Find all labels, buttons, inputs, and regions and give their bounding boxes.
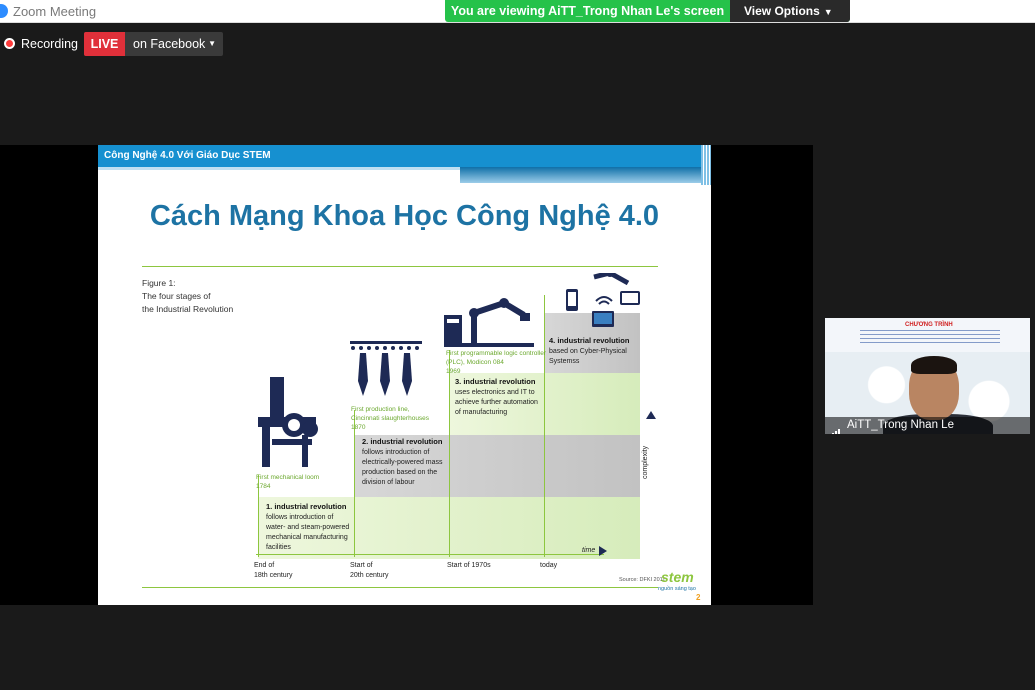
figure-caption-line: the Industrial Revolution xyxy=(142,304,234,314)
era-line: Start of 1970s xyxy=(447,562,491,569)
meeting-stage: Recording LIVE on Facebook ▼ Công Nghệ 4… xyxy=(0,23,1035,690)
stage-2-line: production based on the xyxy=(362,469,438,476)
era-line: Start of xyxy=(350,562,373,569)
slide-title: Cách Mạng Khoa Học Công Nghệ 4.0 xyxy=(149,200,660,232)
slaughterhouse-line-icon xyxy=(350,341,422,396)
figure-caption-line: The four stages of xyxy=(142,291,211,301)
video-background-banner: CHƯƠNG TRÌNH xyxy=(825,318,1030,352)
era-line: today xyxy=(540,562,558,569)
stage-3-line: achieve further automation xyxy=(455,399,538,406)
era-label: Start of 1970s xyxy=(447,561,491,571)
zoom-logo-icon xyxy=(0,4,8,18)
window-title: Zoom Meeting xyxy=(13,4,97,19)
cyber-physical-devices-icon xyxy=(566,273,640,327)
stem-logo-tagline: nguồn sáng tạo xyxy=(658,586,696,592)
stage-4-line: based on Cyber-Physical xyxy=(549,348,627,355)
slide-header-stripe xyxy=(98,167,460,170)
time-arrow-icon xyxy=(599,546,607,556)
time-axis xyxy=(256,554,604,555)
era-label: Start of 20th century xyxy=(350,561,389,581)
slide-header-band xyxy=(460,167,703,183)
figure-caption: Figure 1: The four stages of the Industr… xyxy=(142,277,233,316)
screen-share-banner: You are viewing AiTT_Trong Nhan Le's scr… xyxy=(445,0,850,22)
timeline-marker xyxy=(354,410,355,557)
time-label: time xyxy=(582,547,596,554)
viewing-screen-text: You are viewing AiTT_Trong Nhan Le's scr… xyxy=(450,4,725,18)
event-line: Cincinnati slaughterhouses xyxy=(351,415,430,422)
mechanical-loom-icon xyxy=(258,377,318,467)
timeline-marker xyxy=(449,350,450,557)
event-line: 1784 xyxy=(256,483,271,490)
stage-2-title: 2. industrial revolution xyxy=(362,437,443,446)
event-line: First mechanical loom xyxy=(256,474,320,481)
stage-1-description: 1. industrial revolution follows introdu… xyxy=(266,502,349,553)
presentation-slide: Công Nghệ 4.0 Với Giáo Dục STEM Cách Mạn… xyxy=(98,145,711,605)
stage-3-line: of manufacturing xyxy=(455,409,508,416)
event-line: First programmable logic controller xyxy=(446,350,547,357)
participant-name: AiTT_Trong Nhan Le xyxy=(847,419,954,431)
stem-logo: stem xyxy=(661,569,694,585)
complexity-arrow-icon xyxy=(646,411,656,419)
era-line: 20th century xyxy=(350,572,389,579)
video-banner-title: CHƯƠNG TRÌNH xyxy=(905,322,953,328)
stage-2-description: 2. industrial revolution follows introdu… xyxy=(362,437,443,488)
stage-2-line: electrically-powered mass xyxy=(362,459,443,466)
event-line: First production line, xyxy=(351,406,410,413)
stage-4-title: 4. industrial revolution xyxy=(549,336,630,345)
stage-1-line: facilities xyxy=(266,544,291,551)
era-line: 18th century xyxy=(254,572,293,579)
live-stream-dropdown[interactable]: LIVE on Facebook ▼ xyxy=(84,32,223,56)
stripes-decoration xyxy=(701,145,711,185)
event-line: (PLC), Modicon 084 xyxy=(446,359,504,366)
shared-screen[interactable]: Công Nghệ 4.0 Với Giáo Dục STEM Cách Mạn… xyxy=(0,145,813,605)
robot-arm-plc-icon xyxy=(444,298,534,347)
stage-1-line: water- and steam-powered xyxy=(266,524,350,531)
caret-down-icon: ▼ xyxy=(208,39,216,48)
chevron-down-icon: ▼ xyxy=(823,7,833,17)
slide-page-number: 2 xyxy=(696,593,701,602)
participant-hair xyxy=(911,356,957,374)
complexity-label: complexity xyxy=(642,445,649,479)
era-label: today xyxy=(540,561,557,571)
view-options-label: View Options xyxy=(744,4,820,18)
video-banner-text-lines xyxy=(860,330,1000,344)
connection-signal-icon xyxy=(829,421,841,434)
event-line: 1969 xyxy=(446,368,461,375)
figure-source: Source: DFKI 2011 xyxy=(619,577,666,583)
stage-2-line: division of labour xyxy=(362,479,415,486)
stage-1-line: mechanical manufacturing xyxy=(266,534,348,541)
timeline-marker xyxy=(544,295,545,557)
stage-3-title: 3. industrial revolution xyxy=(455,377,536,386)
recording-indicator[interactable]: Recording xyxy=(4,37,78,51)
live-badge: LIVE xyxy=(84,32,125,56)
stage-2-line: follows introduction of xyxy=(362,449,430,456)
stage-4-line: Systemss xyxy=(549,358,580,365)
event-label-plc: First programmable logic controller (PLC… xyxy=(446,349,546,376)
stage-3-description: 3. industrial revolution uses electronic… xyxy=(455,377,538,418)
view-options-button[interactable]: View Options ▼ xyxy=(730,0,850,22)
slide-divider-bottom xyxy=(142,587,658,588)
live-target-label: on Facebook xyxy=(133,37,206,51)
participant-video-tile[interactable]: CHƯƠNG TRÌNH AiTT_Trong Nhan Le xyxy=(825,318,1030,434)
slide-divider-top xyxy=(142,266,658,267)
figure-caption-line: Figure 1: xyxy=(142,278,176,288)
era-line: End of xyxy=(254,562,275,569)
stage-4-description: 4. industrial revolution based on Cyber-… xyxy=(549,336,629,367)
recording-label: Recording xyxy=(21,37,78,51)
record-icon xyxy=(4,38,15,49)
event-line: 1870 xyxy=(351,424,366,431)
stage-1-line: follows introduction of xyxy=(266,514,334,521)
stage-1-title: 1. industrial revolution xyxy=(266,502,347,511)
slide-header-decoration xyxy=(98,145,711,185)
event-label-production-line: First production line, Cincinnati slaugh… xyxy=(351,405,429,432)
event-label-loom: First mechanical loom 1784 xyxy=(256,473,319,491)
era-label: End of 18th century xyxy=(254,561,293,581)
stage-3-line: uses electronics and IT to xyxy=(455,389,535,396)
